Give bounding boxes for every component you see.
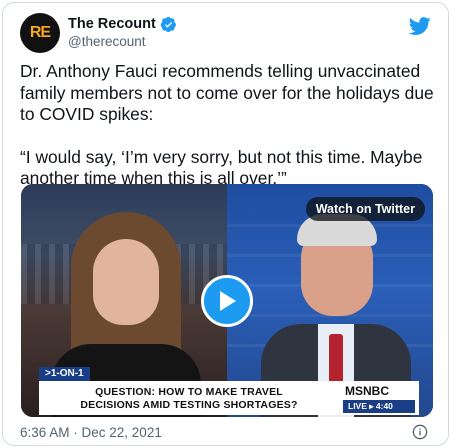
play-button[interactable] [201, 275, 253, 327]
chyron-line-1: QUESTION: HOW TO MAKE TRAVEL [95, 386, 283, 398]
twitter-bird-icon[interactable] [408, 15, 432, 37]
chyron-line-2: DECISIONS AMID TESTING SHORTAGES? [80, 398, 298, 411]
network-name: MSNBC [345, 384, 389, 398]
chyron-headline: QUESTION: HOW TO MAKE TRAVEL DECISIONS A… [39, 381, 339, 415]
tweet-timestamp[interactable]: 6:36 AM · Dec 22, 2021 [20, 425, 162, 440]
play-icon [220, 291, 236, 311]
network-bug: MSNBC LIVE ▸ 4:40 [339, 381, 419, 415]
tweet-paragraph-1: Dr. Anthony Fauci recommends telling unv… [20, 61, 439, 124]
author-names[interactable]: The Recount @therecount [68, 15, 177, 51]
tweet-text: Dr. Anthony Fauci recommends telling unv… [20, 61, 434, 190]
avatar-text: RE [29, 24, 51, 41]
live-badge: LIVE ▸ 4:40 [343, 400, 415, 413]
tweet-card: RE The Recount @therecount Dr. Anthony F… [2, 2, 449, 446]
tweet-header: RE The Recount @therecount [20, 13, 434, 57]
video-player[interactable]: >1-ON-1 QUESTION: HOW TO MAKE TRAVEL DEC… [21, 184, 433, 417]
handle[interactable]: @therecount [68, 33, 177, 51]
verified-badge-icon [160, 16, 176, 32]
chyron-tag: >1-ON-1 [39, 367, 90, 381]
display-name[interactable]: The Recount [68, 15, 156, 33]
info-icon[interactable] [412, 424, 428, 440]
avatar[interactable]: RE [20, 13, 60, 53]
anchor-face [93, 239, 159, 325]
watch-on-twitter-button[interactable]: Watch on Twitter [305, 197, 425, 221]
